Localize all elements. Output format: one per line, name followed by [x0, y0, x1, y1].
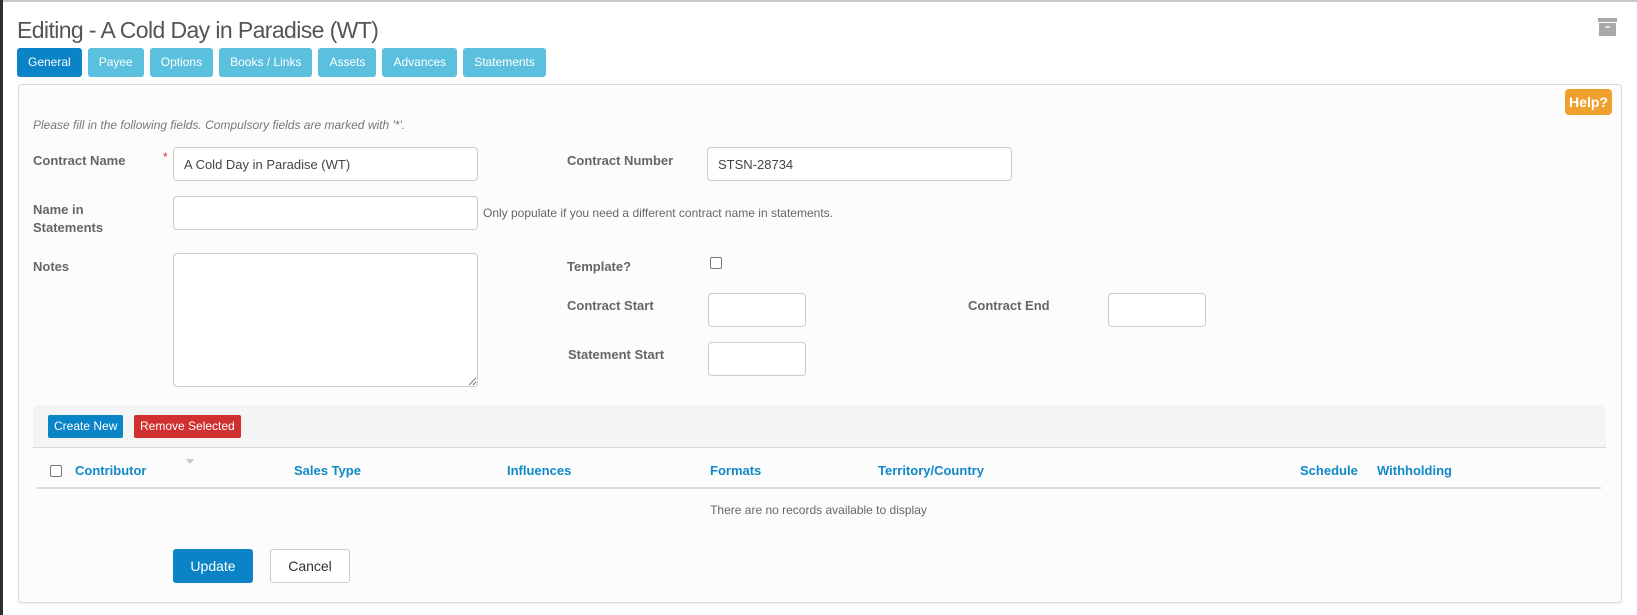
name-in-statements-label: Name in Statements [33, 202, 104, 235]
template-checkbox[interactable] [710, 257, 722, 269]
column-header-sales-type[interactable]: Sales Type [294, 463, 361, 478]
tab-assets[interactable]: Assets [318, 48, 377, 77]
contract-start-label: Contract Start [567, 298, 654, 313]
contract-number-input[interactable] [707, 147, 1012, 181]
tab-payee[interactable]: Payee [87, 48, 144, 77]
column-header-influences[interactable]: Influences [507, 463, 571, 478]
remove-selected-button[interactable]: Remove Selected [134, 415, 241, 438]
grid-toolbar: Create New Remove Selected [33, 405, 1606, 448]
contract-name-input[interactable] [173, 147, 478, 181]
tab-general[interactable]: General [17, 48, 82, 77]
select-all-checkbox[interactable] [50, 465, 62, 477]
contract-number-label: Contract Number [567, 153, 674, 168]
contract-start-input[interactable] [708, 293, 806, 327]
name-in-statements-input[interactable] [173, 196, 478, 230]
sort-descending-icon[interactable] [186, 459, 194, 464]
required-marker: * [163, 150, 168, 164]
empty-grid-message: There are no records available to displa… [710, 503, 927, 517]
cancel-button[interactable]: Cancel [270, 549, 350, 583]
grid-header: Contributor Sales Type Influences Format… [37, 451, 1601, 489]
tab-bar: General Payee Options Books / Links Asse… [17, 48, 546, 77]
tab-options[interactable]: Options [149, 48, 214, 77]
statement-start-input[interactable] [708, 342, 806, 376]
archive-lid [1598, 18, 1617, 22]
page-title: Editing - A Cold Day in Paradise (WT) [17, 17, 379, 43]
template-label: Template? [567, 259, 632, 274]
name-in-statements-hint: Only populate if you need a different co… [483, 206, 833, 220]
notes-label: Notes [33, 259, 70, 274]
column-header-formats[interactable]: Formats [710, 463, 761, 478]
help-button[interactable]: Help? [1565, 89, 1612, 115]
column-header-territory-country[interactable]: Territory/Country [878, 463, 984, 478]
column-header-withholding[interactable]: Withholding [1377, 463, 1452, 478]
archive-box-icon[interactable] [1598, 18, 1617, 36]
notes-textarea[interactable] [173, 253, 478, 387]
contract-end-label: Contract End [968, 298, 1050, 313]
column-header-contributor[interactable]: Contributor [75, 463, 146, 478]
archive-body [1599, 23, 1616, 36]
top-border [0, 0, 1637, 2]
column-header-schedule[interactable]: Schedule [1300, 463, 1358, 478]
tab-advances[interactable]: Advances [382, 48, 458, 77]
contract-end-input[interactable] [1108, 293, 1206, 327]
update-button[interactable]: Update [173, 549, 253, 583]
form-instructions: Please fill in the following fields. Com… [33, 118, 406, 132]
left-edge [0, 0, 3, 615]
tab-statements[interactable]: Statements [463, 48, 546, 77]
archive-slot [1605, 26, 1610, 28]
create-new-button[interactable]: Create New [48, 415, 124, 438]
contract-name-label: Contract Name [33, 153, 126, 168]
tab-books-links[interactable]: Books / Links [219, 48, 313, 77]
statement-start-label: Statement Start [568, 347, 665, 362]
